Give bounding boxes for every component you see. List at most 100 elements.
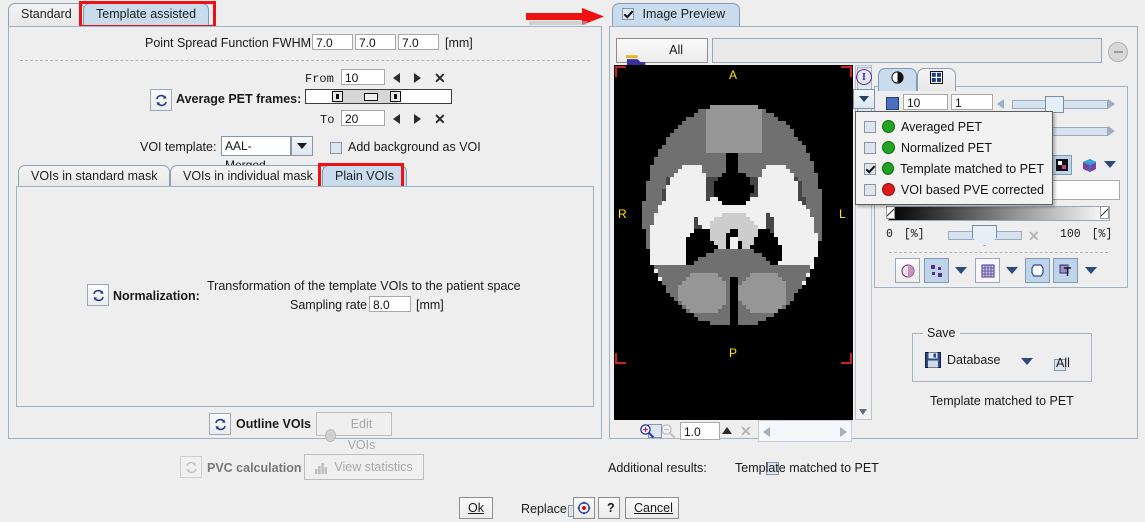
cancel-button[interactable]: Cancel xyxy=(625,497,679,519)
slice-increment-input[interactable]: 1 xyxy=(951,94,993,110)
frames-range-slider[interactable] xyxy=(305,89,452,104)
save-database-button[interactable]: Database xyxy=(925,352,1001,368)
zoom-out-button[interactable] xyxy=(660,423,676,439)
layer-color-swatch[interactable] xyxy=(886,97,899,110)
tab-template-assisted-label: Template assisted xyxy=(96,7,197,21)
info-icon[interactable]: I xyxy=(856,69,872,85)
menu-item-label: Normalized PET xyxy=(901,140,992,155)
range-slider-handle-right[interactable] xyxy=(390,91,401,102)
range-slider-handle-center[interactable] xyxy=(364,93,378,101)
grayscale-colorbar[interactable] xyxy=(888,206,1110,221)
tab-image-preview[interactable]: Image Preview xyxy=(612,3,741,26)
tab-contrast[interactable] xyxy=(878,68,917,91)
image-preview-checkbox[interactable] xyxy=(622,8,634,20)
colortable-button[interactable] xyxy=(895,258,920,283)
step-progress-field[interactable] xyxy=(712,38,1102,63)
frames-from-input[interactable]: 10 xyxy=(341,69,385,85)
annotation-text-button[interactable] xyxy=(1053,258,1078,283)
voi-template-select[interactable]: AAL-Merged xyxy=(221,136,291,172)
psf-x-value: 7.0 xyxy=(316,36,333,50)
menu-item-voi-based-pve-corrected[interactable]: VOI based PVE corrected xyxy=(856,179,1052,200)
menu-checkbox[interactable] xyxy=(864,120,876,133)
markers-button[interactable] xyxy=(924,258,949,283)
slice-index-input[interactable]: 10 xyxy=(903,94,948,110)
layer-dropdown-toggle[interactable] xyxy=(853,89,875,109)
brain-slice-image[interactable] xyxy=(614,65,853,420)
overlay-toggle-button[interactable] xyxy=(1052,155,1072,175)
tab-layout[interactable] xyxy=(917,68,956,91)
edit-vois-button[interactable]: Edit VOIs xyxy=(316,412,392,452)
colorbar-reset-icon[interactable]: ✕ xyxy=(1028,229,1040,243)
chevron-down-icon xyxy=(297,143,307,149)
polygon-roi-icon xyxy=(1031,264,1044,277)
annotation-dropdown[interactable] xyxy=(1085,267,1097,274)
normalization-label: Normalization: xyxy=(113,289,200,303)
psf-y-input[interactable]: 7.0 xyxy=(355,34,396,50)
roi-shape-button[interactable] xyxy=(1025,258,1050,283)
step-stop-button[interactable] xyxy=(1108,42,1128,62)
frames-from-prev-arrow[interactable] xyxy=(393,73,400,83)
slice-prev-arrow[interactable] xyxy=(997,99,1004,109)
menu-item-template-matched-to-pet[interactable]: Template matched to PET xyxy=(856,158,1052,179)
frames-to-input[interactable]: 20 xyxy=(341,110,385,126)
zoom-in-icon xyxy=(640,424,655,439)
zoom-in-button[interactable] xyxy=(639,423,655,439)
menu-item-averaged-pet[interactable]: Averaged PET xyxy=(856,116,1052,137)
checker-square-icon xyxy=(1056,159,1068,171)
menu-checkbox[interactable] xyxy=(864,162,876,175)
replace-label: Replace xyxy=(521,502,567,516)
all-steps-button[interactable]: All steps xyxy=(616,38,708,78)
colorbar-handle-right[interactable] xyxy=(1100,206,1109,219)
pan-left-arrow[interactable] xyxy=(763,427,770,437)
frames-to-prev-arrow[interactable] xyxy=(393,114,400,124)
frames-from-clear-icon[interactable]: ✕ xyxy=(434,71,446,85)
add-background-checkbox[interactable] xyxy=(330,142,342,154)
volume-3d-button[interactable] xyxy=(1079,155,1099,175)
sampling-rate-unit: [mm] xyxy=(416,298,444,312)
outline-vois-action-button[interactable] xyxy=(209,413,231,435)
scroll-down-arrow-icon[interactable] xyxy=(859,409,867,415)
colorbar-max-label: 100 [%] xyxy=(1060,228,1112,241)
tab-vois-standard-mask[interactable]: VOIs in standard mask xyxy=(18,165,171,188)
frames-to-clear-icon[interactable]: ✕ xyxy=(434,112,446,126)
frames-from-next-arrow[interactable] xyxy=(414,73,421,83)
menu-item-label: Template matched to PET xyxy=(900,161,1044,176)
psf-z-input[interactable]: 7.0 xyxy=(398,34,439,50)
voi-template-dropdown-button[interactable] xyxy=(291,136,313,156)
text-annotation-icon xyxy=(1059,264,1071,276)
average-pet-frames-action-button[interactable] xyxy=(150,89,172,111)
target-button[interactable] xyxy=(573,497,595,519)
save-target-dropdown[interactable] xyxy=(1021,358,1033,365)
pan-scroll-bar[interactable] xyxy=(758,420,852,442)
tool-row-dropdown[interactable] xyxy=(1104,161,1116,168)
help-button[interactable]: ? xyxy=(598,497,620,519)
layer-selection-menu[interactable]: Averaged PET Normalized PET Template mat… xyxy=(855,111,1053,205)
pvc-calculation-action-button[interactable] xyxy=(180,456,202,478)
ok-button[interactable]: Ok xyxy=(459,497,493,519)
grid-overlay-button[interactable] xyxy=(975,258,1000,283)
colorbar-handle-left[interactable] xyxy=(886,206,895,219)
zoom-reset-icon[interactable]: ✕ xyxy=(740,424,752,438)
view-statistics-button[interactable]: View statistics xyxy=(304,454,424,480)
zoom-up-arrow[interactable] xyxy=(722,427,732,434)
frames-to-next-arrow[interactable] xyxy=(414,114,421,124)
psf-x-input[interactable]: 7.0 xyxy=(312,34,353,50)
tab-vois-individual-mask[interactable]: VOIs in individual mask xyxy=(170,165,326,188)
grid-overlay-dropdown[interactable] xyxy=(1006,267,1018,274)
slice-next-arrow[interactable] xyxy=(1108,99,1115,109)
secondary-next-arrow[interactable] xyxy=(1108,126,1115,136)
brain-image-viewport[interactable]: A P R L xyxy=(614,65,853,420)
tab-template-assisted[interactable]: Template assisted xyxy=(83,3,210,26)
menu-checkbox[interactable] xyxy=(864,141,876,154)
pan-right-arrow[interactable] xyxy=(840,427,847,437)
tab-standard[interactable]: Standard xyxy=(8,3,85,26)
edit-vois-label: Edit VOIs xyxy=(347,417,376,452)
tab-plain-vois[interactable]: Plain VOIs xyxy=(322,165,408,188)
range-slider-handle-left[interactable] xyxy=(332,91,343,102)
normalization-action-button[interactable] xyxy=(87,284,109,306)
menu-checkbox[interactable] xyxy=(864,183,876,196)
markers-dropdown[interactable] xyxy=(955,267,967,274)
sampling-rate-input[interactable]: 8.0 xyxy=(369,296,411,312)
zoom-factor-input[interactable]: 1.0 xyxy=(680,422,720,440)
menu-item-normalized-pet[interactable]: Normalized PET xyxy=(856,137,1052,158)
